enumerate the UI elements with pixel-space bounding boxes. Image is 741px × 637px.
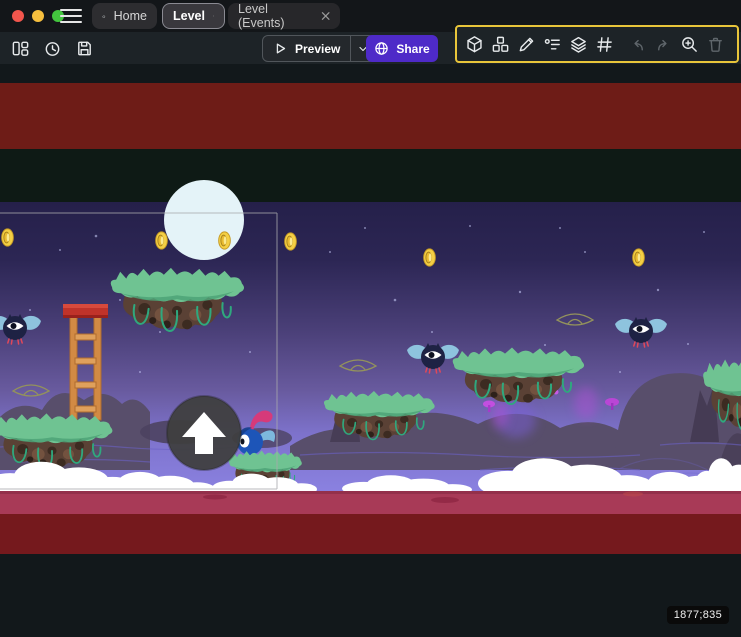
save-icon[interactable] (74, 38, 94, 58)
preview-label: Preview (295, 42, 340, 56)
object-groups-icon[interactable] (491, 34, 510, 54)
coin-instance[interactable] (424, 249, 436, 266)
instances-list-icon[interactable] (543, 34, 562, 54)
project-panels-icon[interactable] (10, 38, 30, 58)
tab-home-label: Home (114, 9, 147, 23)
red-block-top[interactable] (0, 83, 741, 149)
delete-icon[interactable] (706, 34, 725, 54)
share-button[interactable]: Share (366, 35, 438, 62)
coin-instance[interactable] (219, 232, 231, 249)
coin-instance[interactable] (633, 249, 645, 266)
grid-icon[interactable] (595, 34, 614, 54)
scene-editor-canvas[interactable] (0, 64, 741, 637)
close-window-button[interactable] (12, 10, 24, 22)
tab-level-events-label: Level (Events) (238, 2, 313, 30)
undo-icon[interactable] (628, 34, 647, 54)
app-window: Home Level Level (Events) Preview (0, 0, 741, 637)
moon[interactable] (164, 180, 244, 260)
menu-hamburger-icon[interactable] (60, 7, 82, 25)
preview-button[interactable]: Preview (262, 35, 375, 62)
minimize-window-button[interactable] (32, 10, 44, 22)
redo-icon[interactable] (654, 34, 673, 54)
tab-level-events[interactable]: Level (Events) (228, 3, 340, 29)
history-icon[interactable] (42, 38, 62, 58)
play-icon (273, 41, 288, 56)
touch-up-button[interactable] (167, 396, 241, 470)
close-icon[interactable] (321, 11, 330, 21)
tab-level-label: Level (173, 9, 205, 23)
home-icon (102, 9, 106, 24)
globe-icon (374, 41, 389, 56)
scene-editor-area: 1877;835 (0, 64, 741, 637)
properties-pencil-icon[interactable] (517, 34, 536, 54)
red-block-bottom[interactable] (0, 491, 741, 554)
coin-instance[interactable] (285, 233, 297, 250)
tab-level-scene[interactable]: Level (162, 3, 225, 29)
toolbar-left-group (10, 38, 94, 58)
zoom-in-icon[interactable] (680, 34, 699, 54)
coin-instance[interactable] (2, 229, 14, 246)
layers-icon[interactable] (569, 34, 588, 54)
cursor-coordinates-readout: 1877;835 (667, 606, 729, 624)
traffic-lights (12, 10, 64, 22)
share-label: Share (396, 42, 429, 56)
close-icon[interactable] (213, 11, 214, 21)
coin-instance[interactable] (156, 232, 168, 249)
scene-upper-band (0, 149, 741, 202)
objects-panel-icon[interactable] (465, 34, 484, 54)
scene-tools-highlight-box (455, 25, 739, 63)
tab-home[interactable]: Home (92, 3, 157, 29)
